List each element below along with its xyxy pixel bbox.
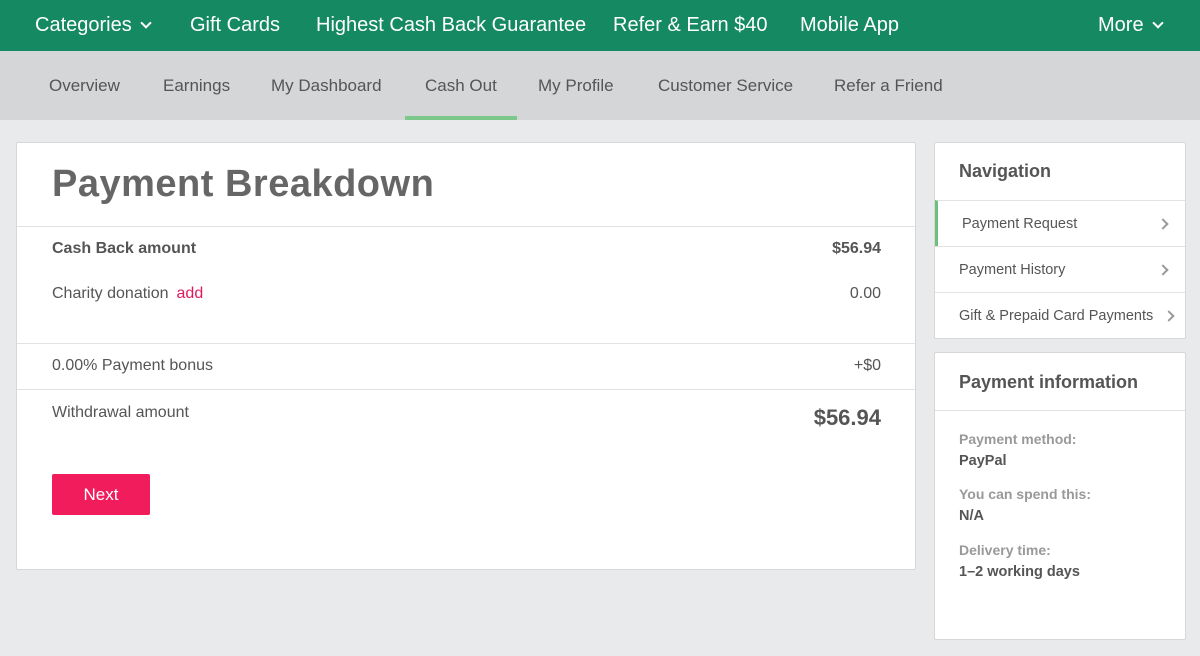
mobile-app-link[interactable]: Mobile App [800,0,899,51]
divider [17,389,915,390]
withdrawal-label: Withdrawal amount [52,404,189,421]
gift-cards-link[interactable]: Gift Cards [190,0,280,51]
divider [935,410,1185,411]
refer-earn-link[interactable]: Refer & Earn $40 [613,0,768,51]
add-charity-link[interactable]: add [177,285,204,302]
bonus-label: 0.00% Payment bonus [52,357,213,374]
chevron-down-icon [140,17,152,29]
tab-customer-service[interactable]: Customer Service [658,51,793,120]
spend-label: You can spend this: [959,486,1091,502]
highest-cash-back-link[interactable]: Highest Cash Back Guarantee [316,0,586,51]
chevron-right-icon [1157,264,1169,276]
nav-payment-request[interactable]: Payment Request [935,200,1185,246]
payment-method-label: Payment method: [959,431,1077,447]
payment-breakdown-card: Payment Breakdown Cash Back amount $56.9… [16,142,916,570]
more-label: More [1098,14,1144,36]
categories-label: Categories [35,14,132,36]
tab-my-profile[interactable]: My Profile [538,51,614,120]
next-button[interactable]: Next [52,474,150,515]
charity-value: 0.00 [849,285,881,302]
nav-item-label: Payment Request [962,215,1078,232]
nav-payment-history[interactable]: Payment History [935,246,1185,292]
charity-row: Charity donation add [52,285,203,303]
chevron-down-icon [1151,17,1164,29]
divider [17,343,915,344]
payment-information-title: Payment information [959,372,1139,392]
spend-value: N/A [959,508,984,524]
delivery-time-value: 1–2 working days [959,564,1080,580]
divider [17,226,915,227]
page-title: Payment Breakdown [52,163,435,205]
nav-item-label: Payment History [959,261,1066,278]
delivery-time-label: Delivery time: [959,542,1051,558]
tab-earnings[interactable]: Earnings [163,51,230,120]
cash-back-label: Cash Back amount [52,240,197,257]
nav-gift-prepaid-payments[interactable]: Gift & Prepaid Card Payments [935,292,1185,338]
tab-overview[interactable]: Overview [49,51,120,120]
tab-refer-a-friend[interactable]: Refer a Friend [834,51,943,120]
tab-my-dashboard[interactable]: My Dashboard [271,51,382,120]
navigation-title: Navigation [959,161,1052,181]
bonus-value: +$0 [853,357,881,374]
payment-information-panel: Payment information Payment method: PayP… [934,352,1186,640]
chevron-right-icon [1163,310,1175,322]
chevron-right-icon [1157,218,1169,230]
top-navigation-bar: Categories Gift Cards Highest Cash Back … [0,0,1200,51]
withdrawal-value: $56.94 [813,405,881,430]
nav-item-label: Gift & Prepaid Card Payments [959,307,1154,324]
account-navigation-bar: Overview Earnings My Dashboard Cash Out … [0,51,1200,120]
more-menu[interactable]: More [1098,0,1164,51]
navigation-panel: Navigation Payment Request Payment Histo… [934,142,1186,339]
tab-cash-out[interactable]: Cash Out [425,51,497,120]
active-tab-indicator [405,116,517,120]
payment-method-value: PayPal [959,453,1007,469]
cash-back-value: $56.94 [832,240,881,257]
categories-menu[interactable]: Categories [35,0,152,51]
charity-label: Charity donation [52,285,169,302]
